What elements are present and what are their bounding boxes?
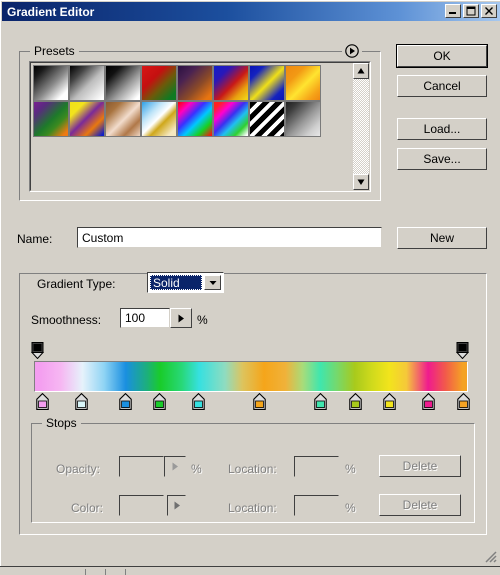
- scroll-down-button[interactable]: [353, 174, 369, 190]
- preset-thumb-5[interactable]: [213, 65, 249, 101]
- preset-thumb-2[interactable]: [105, 65, 141, 101]
- underlying-window-edge: [0, 566, 500, 575]
- new-button-label: New: [429, 231, 454, 245]
- color-stop-7[interactable]: [348, 392, 362, 410]
- name-input-value: Custom: [82, 230, 124, 245]
- color-stop-6[interactable]: [314, 392, 327, 410]
- presets-scrollbar[interactable]: [353, 63, 369, 190]
- preset-thumb-7[interactable]: [285, 65, 321, 101]
- gradient-editor-window: Gradient Editor Presets OK Cancel Load..…: [0, 0, 500, 566]
- maximize-button[interactable]: [463, 4, 479, 18]
- color-location-unit: %: [345, 501, 356, 515]
- preset-thumb-0[interactable]: [33, 65, 69, 101]
- opacity-location-unit: %: [345, 462, 356, 476]
- preset-thumb-6[interactable]: [249, 65, 285, 101]
- color-picker-button: [167, 495, 186, 516]
- color-swatch: [119, 495, 164, 516]
- color-stop-0[interactable]: [36, 392, 49, 410]
- chevron-down-icon[interactable]: [204, 275, 221, 290]
- preset-thumb-8[interactable]: [33, 101, 69, 137]
- opacity-input: [119, 456, 164, 477]
- presets-menu-icon[interactable]: [342, 43, 362, 59]
- ok-button-label: OK: [433, 49, 451, 63]
- presets-group-label: Presets: [30, 44, 79, 58]
- color-delete-button: Delete: [379, 494, 461, 516]
- preset-thumb-13[interactable]: [213, 101, 249, 137]
- opacity-stop-1[interactable]: [455, 342, 470, 360]
- cancel-button[interactable]: Cancel: [397, 75, 487, 97]
- new-button[interactable]: New: [397, 227, 487, 249]
- scroll-up-button[interactable]: [353, 63, 369, 79]
- title-bar[interactable]: Gradient Editor: [2, 2, 500, 21]
- opacity-unit: %: [191, 462, 202, 476]
- stops-group-label: Stops: [42, 416, 81, 430]
- opacity-delete-button: Delete: [379, 455, 461, 477]
- window-title: Gradient Editor: [7, 4, 95, 19]
- smoothness-stepper-button[interactable]: [170, 308, 192, 328]
- color-stop-1[interactable]: [75, 392, 88, 410]
- load-button[interactable]: Load...: [397, 118, 487, 140]
- color-stop-8[interactable]: [383, 392, 397, 410]
- smoothness-unit: %: [197, 313, 208, 327]
- color-stop-4[interactable]: [192, 392, 206, 410]
- smoothness-value: 100: [125, 311, 146, 325]
- smoothness-label: Smoothness:: [31, 313, 102, 327]
- name-input[interactable]: Custom: [77, 227, 382, 248]
- preset-thumbnail-grid[interactable]: [33, 65, 337, 137]
- opacity-location-input: [294, 456, 339, 477]
- preset-thumb-12[interactable]: [177, 101, 213, 137]
- opacity-location-label: Location:: [228, 462, 277, 476]
- preset-thumb-4[interactable]: [177, 65, 213, 101]
- save-button-label: Save...: [423, 152, 461, 166]
- color-stop-9[interactable]: [422, 392, 436, 410]
- save-button[interactable]: Save...: [397, 148, 487, 170]
- preset-thumb-10[interactable]: [105, 101, 141, 137]
- color-delete-label: Delete: [402, 498, 438, 512]
- preset-thumb-9[interactable]: [69, 101, 105, 137]
- minimize-button[interactable]: [445, 4, 461, 18]
- opacity-stepper-button: [164, 456, 186, 477]
- window-controls: [445, 4, 497, 18]
- gradient-type-select[interactable]: Solid: [147, 272, 224, 293]
- color-location-label: Location:: [228, 501, 277, 515]
- gradient-preview-bar[interactable]: [34, 361, 468, 392]
- opacity-stop-0[interactable]: [30, 342, 45, 360]
- color-location-input: [294, 495, 339, 516]
- smoothness-input[interactable]: 100: [120, 308, 170, 328]
- color-stop-2[interactable]: [118, 392, 132, 410]
- color-stop-5[interactable]: [253, 392, 266, 410]
- ok-button[interactable]: OK: [396, 44, 488, 68]
- resize-grip[interactable]: [483, 549, 497, 563]
- cancel-button-label: Cancel: [423, 79, 461, 93]
- name-label: Name:: [17, 232, 53, 246]
- opacity-delete-label: Delete: [402, 459, 438, 473]
- preset-thumb-3[interactable]: [141, 65, 177, 101]
- color-label: Color:: [71, 501, 104, 515]
- gradient-type-label: Gradient Type:: [37, 277, 116, 291]
- load-button-label: Load...: [423, 122, 461, 136]
- presets-panel[interactable]: [29, 61, 371, 192]
- preset-thumb-15[interactable]: [285, 101, 321, 137]
- close-button[interactable]: [481, 4, 497, 18]
- color-stop-10[interactable]: [457, 392, 470, 410]
- preset-thumb-14[interactable]: [249, 101, 285, 137]
- preset-thumb-1[interactable]: [69, 65, 105, 101]
- gradient-type-value: Solid: [150, 275, 202, 290]
- opacity-label: Opacity:: [56, 462, 101, 476]
- color-stop-3[interactable]: [153, 392, 167, 410]
- preset-thumb-11[interactable]: [141, 101, 177, 137]
